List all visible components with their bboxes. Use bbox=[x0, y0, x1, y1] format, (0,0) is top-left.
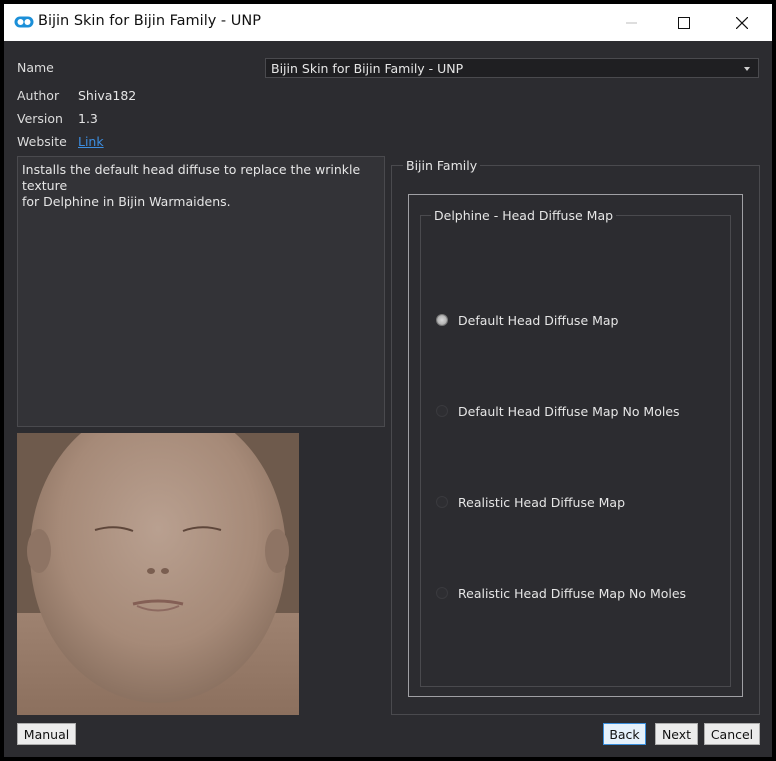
description-line-1: Installs the default head diffuse to rep… bbox=[22, 162, 361, 193]
version-value: 1.3 bbox=[78, 111, 98, 126]
back-button[interactable]: Back bbox=[603, 723, 646, 745]
option-default-head-diffuse[interactable]: Default Head Diffuse Map bbox=[436, 311, 619, 329]
plugin-group-title: Bijin Family bbox=[403, 158, 481, 173]
website-label: Website bbox=[17, 134, 67, 149]
name-dropdown-value: Bijin Skin for Bijin Family - UNP bbox=[271, 61, 464, 76]
preview-image bbox=[17, 433, 299, 715]
option-realistic-head-diffuse[interactable]: Realistic Head Diffuse Map bbox=[436, 493, 625, 511]
radio-unchecked[interactable] bbox=[436, 405, 448, 417]
close-button[interactable] bbox=[719, 4, 765, 41]
radio-unchecked[interactable] bbox=[436, 587, 448, 599]
maximize-button[interactable] bbox=[661, 4, 707, 41]
minimize-button[interactable] bbox=[609, 4, 655, 41]
option-group-title: Delphine - Head Diffuse Map bbox=[431, 208, 617, 223]
option-default-head-diffuse-no-moles[interactable]: Default Head Diffuse Map No Moles bbox=[436, 402, 680, 420]
description-line-2: for Delphine in Bijin Warmaidens. bbox=[22, 194, 231, 209]
version-label: Version bbox=[17, 111, 63, 126]
author-value: Shiva182 bbox=[78, 88, 137, 103]
radio-checked[interactable] bbox=[436, 314, 448, 326]
radio-unchecked[interactable] bbox=[436, 496, 448, 508]
option-label: Default Head Diffuse Map No Moles bbox=[458, 403, 680, 419]
name-label: Name bbox=[17, 60, 54, 75]
description-box[interactable]: Installs the default head diffuse to rep… bbox=[17, 156, 385, 427]
website-link[interactable]: Link bbox=[78, 134, 104, 149]
maximize-icon bbox=[678, 16, 690, 29]
option-realistic-head-diffuse-no-moles[interactable]: Realistic Head Diffuse Map No Moles bbox=[436, 584, 686, 602]
option-label: Realistic Head Diffuse Map bbox=[458, 494, 625, 510]
installer-window: Bijin Skin for Bijin Family - UNP Name B… bbox=[4, 4, 772, 757]
title-bar: Bijin Skin for Bijin Family - UNP bbox=[4, 4, 772, 41]
option-label: Default Head Diffuse Map bbox=[458, 312, 619, 328]
close-icon bbox=[736, 16, 748, 29]
name-dropdown[interactable]: Bijin Skin for Bijin Family - UNP bbox=[265, 58, 759, 78]
cancel-button[interactable]: Cancel bbox=[704, 723, 760, 745]
manual-button[interactable]: Manual bbox=[17, 723, 76, 745]
chevron-down-icon bbox=[744, 67, 750, 71]
minimize-icon bbox=[626, 22, 637, 23]
app-logo-icon bbox=[14, 16, 34, 28]
window-title: Bijin Skin for Bijin Family - UNP bbox=[38, 13, 261, 29]
option-group-box bbox=[420, 215, 731, 687]
next-button[interactable]: Next bbox=[655, 723, 698, 745]
author-label: Author bbox=[17, 88, 60, 103]
option-label: Realistic Head Diffuse Map No Moles bbox=[458, 585, 687, 601]
